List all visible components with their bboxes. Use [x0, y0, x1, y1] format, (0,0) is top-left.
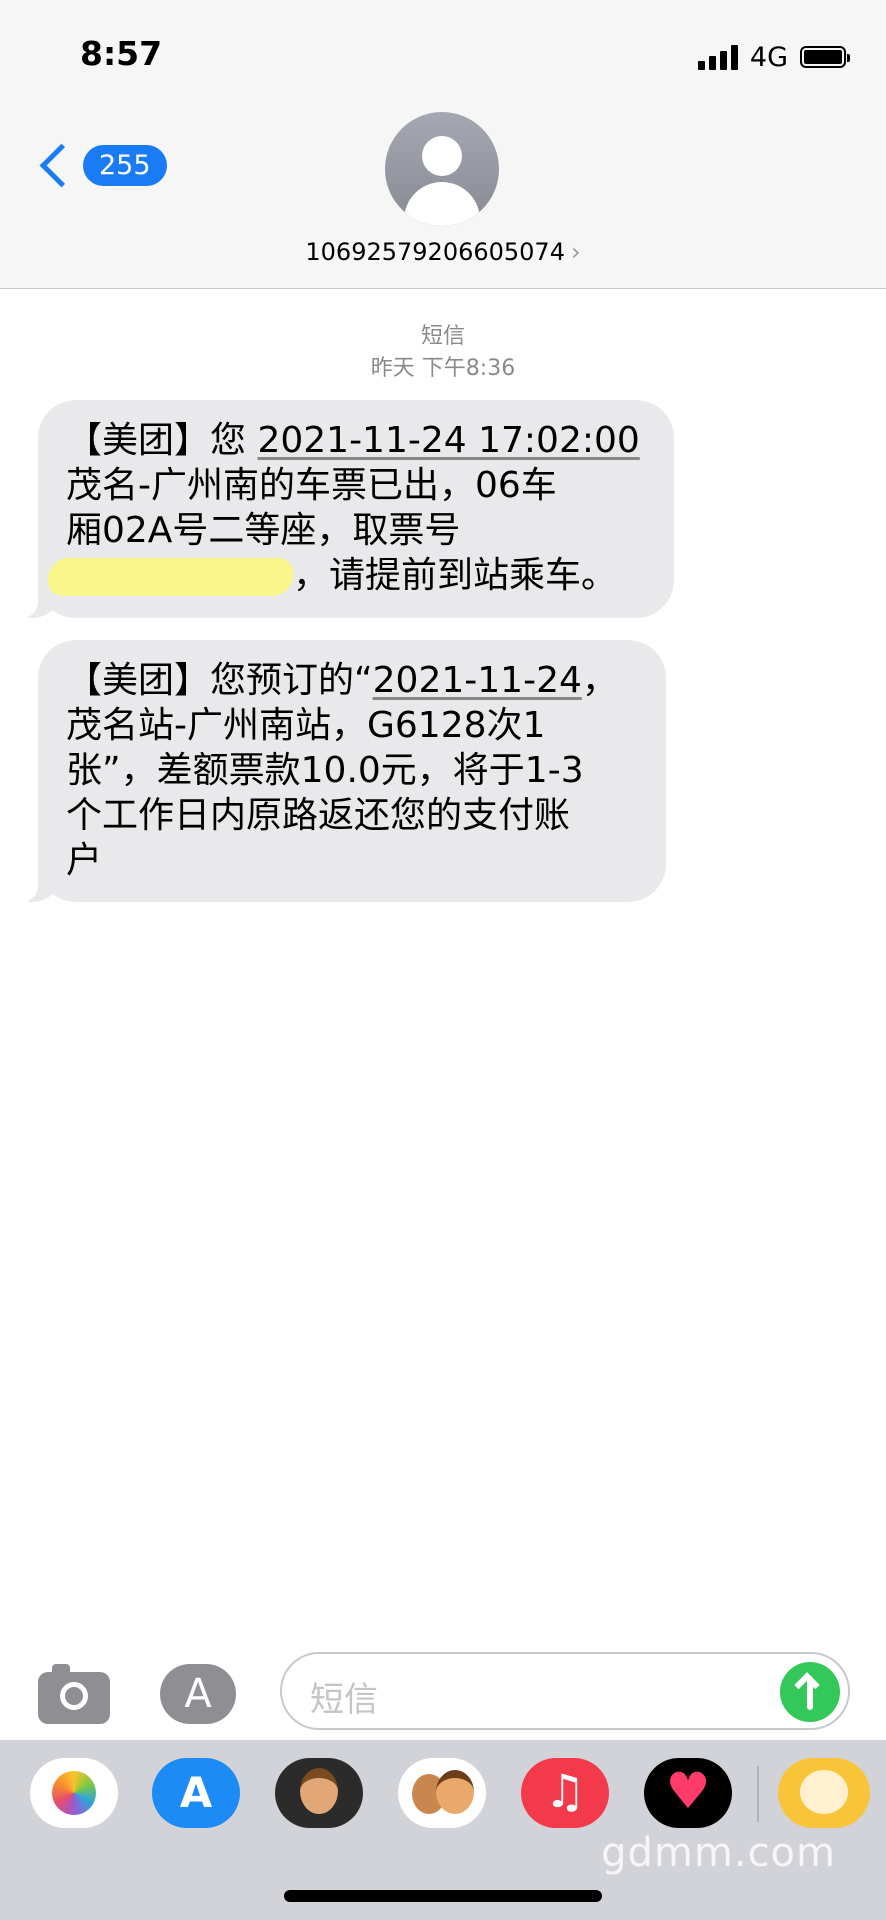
message-line: 个工作日内原路返还您的支付账: [66, 795, 571, 836]
unread-count-badge: 255: [83, 145, 167, 186]
message-placeholder: 短信: [310, 1680, 378, 1720]
contact-number: 10692579206605074: [305, 238, 565, 266]
drawer-divider: [757, 1766, 759, 1822]
status-indicators: 4G: [697, 40, 850, 74]
game-icon[interactable]: [778, 1758, 870, 1828]
status-time: 8:57: [80, 34, 163, 73]
message-input[interactable]: 短信: [280, 1652, 850, 1730]
message-line: 张”，差额票款10.0元，将于1-3: [66, 750, 584, 791]
memoji-icon[interactable]: [275, 1758, 363, 1828]
camera-icon[interactable]: [38, 1664, 110, 1724]
battery-icon: [800, 46, 850, 68]
app-store-icon[interactable]: [152, 1758, 240, 1828]
contact-name[interactable]: 10692579206605074 ›: [0, 238, 886, 266]
home-indicator[interactable]: [284, 1890, 602, 1902]
send-arrow-icon[interactable]: [780, 1662, 840, 1722]
message-line: ，请提前到站乘车。: [45, 553, 646, 598]
message-line: 【美团】您 2021-11-24 17:02:00: [66, 420, 640, 461]
app-store-icon[interactable]: A: [160, 1664, 236, 1724]
music-icon[interactable]: [521, 1758, 609, 1828]
service-label: 短信: [420, 324, 465, 349]
chevron-left-icon: [39, 143, 84, 188]
heart-icon[interactable]: [644, 1758, 732, 1828]
date-link[interactable]: 2021-11-24: [373, 660, 582, 701]
memoji-stickers-icon[interactable]: [398, 1758, 486, 1828]
photos-icon[interactable]: [30, 1758, 118, 1828]
message-line: 户: [66, 840, 103, 881]
network-type: 4G: [749, 41, 788, 73]
back-button[interactable]: 255: [36, 143, 167, 188]
message-line: 【美团】您预订的“2021-11-24，: [66, 660, 618, 701]
watermark: gdmm.com: [601, 1830, 836, 1876]
chevron-right-icon: ›: [570, 238, 581, 266]
message-bubble[interactable]: 【美团】您 2021-11-24 17:02:00 茂名-广州南的车票已出，06…: [16, 400, 674, 618]
redaction-highlight: [45, 558, 296, 596]
cellular-signal-icon: [697, 44, 738, 70]
message-bubble[interactable]: 【美团】您预订的“2021-11-24， 茂名站-广州南站，G6128次1 张”…: [16, 640, 666, 902]
compose-bar: A 短信: [0, 1640, 886, 1740]
message-timestamp: 昨天 下午8:36: [370, 356, 516, 381]
date-link[interactable]: 2021-11-24 17:02:00: [257, 420, 639, 461]
message-line: 茂名-广州南的车票已出，06车: [66, 465, 557, 506]
message-line: 茂名站-广州南站，G6128次1: [66, 705, 546, 746]
messages-screen: 8:57 4G 255 10692579206605074 › 短信 昨天 下午8…: [0, 0, 886, 1920]
contact-avatar-icon[interactable]: [385, 112, 499, 226]
message-line: 厢02A号二等座，取票号: [66, 510, 461, 551]
conversation-header: 8:57 4G 255 10692579206605074 ›: [0, 0, 886, 289]
